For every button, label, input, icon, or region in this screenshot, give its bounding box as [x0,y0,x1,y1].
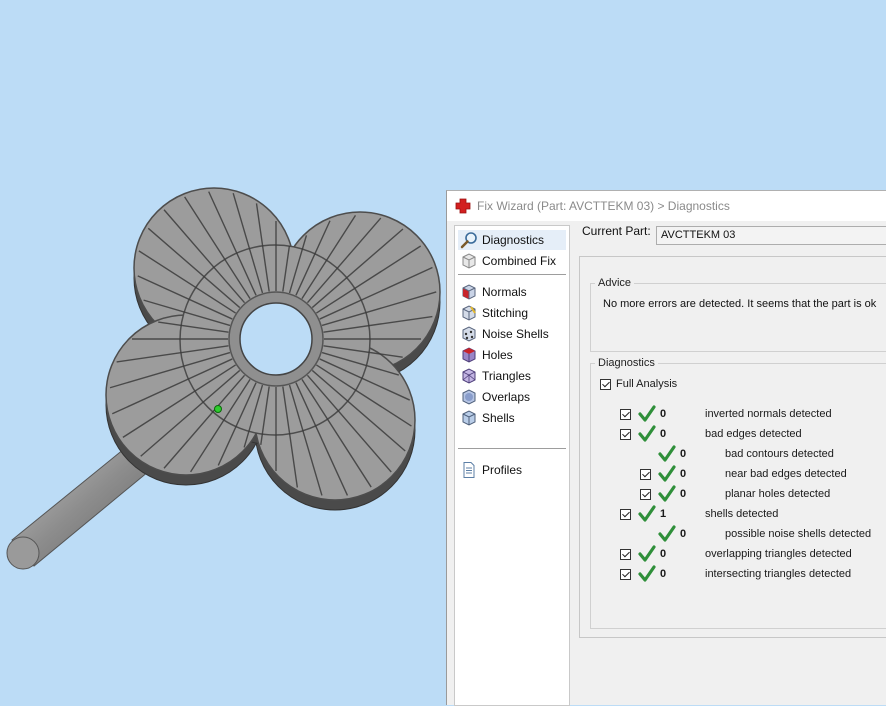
nav-item-combined-fix[interactable]: Combined Fix [458,251,566,271]
cube-stack-icon [462,253,476,269]
nav-item-label: Profiles [482,463,523,477]
row-count: 0 [680,448,687,460]
green-check-icon [638,425,656,442]
nav-item-diagnostics[interactable]: Diagnostics [458,230,566,250]
green-check-icon [638,545,656,562]
row-checkbox[interactable] [620,509,631,520]
row-label: bad contours detected [725,448,834,460]
row-label: planar holes detected [725,488,831,500]
triangles-cube-icon [462,368,476,384]
green-check-icon [658,465,676,482]
red-cross-icon [455,198,471,214]
row-checkbox[interactable] [640,469,651,480]
green-check-icon [658,445,676,462]
nav-item-label: Combined Fix [482,254,557,268]
noise-shells-icon [462,326,476,342]
magnifier-icon [460,232,477,249]
advice-group: Advice [590,277,886,352]
row-count: 1 [660,508,667,520]
nav-item-stitching[interactable]: Stitching [458,303,566,323]
row-checkbox[interactable] [640,489,651,500]
row-checkbox[interactable] [620,569,631,580]
green-check-icon [638,405,656,422]
nav-item-triangles[interactable]: Triangles [458,366,566,386]
row-label: bad edges detected [705,428,802,440]
row-count: 0 [660,568,667,580]
document-icon [463,462,475,478]
nav-item-label: Holes [482,348,513,362]
stitching-cube-icon [462,305,476,321]
holes-cube-icon [462,347,476,363]
nav-item-overlaps[interactable]: Overlaps [458,387,566,407]
center-hole [228,291,324,387]
row-label: possible noise shells detected [725,528,872,540]
nav-item-label: Normals [482,285,527,299]
nav-item-label: Triangles [482,369,531,383]
row-label: intersecting triangles detected [705,568,852,580]
nav-item-profiles[interactable]: Profiles [458,460,566,480]
current-part-field[interactable]: AVCTTEKM 03 [656,226,886,245]
row-count: 0 [660,408,667,420]
green-check-icon [658,525,676,542]
advice-legend: Advice [598,277,632,289]
nav-item-label: Diagnostics [482,233,545,247]
green-check-icon [638,505,656,522]
current-part-label: Current Part: [582,224,651,238]
nav-item-shells[interactable]: Shells [458,408,566,428]
row-count: 0 [660,428,667,440]
row-count: 0 [680,528,687,540]
nav-item-label: Stitching [482,306,529,320]
nav-item-label: Overlaps [482,390,531,404]
full-analysis-label: Full Analysis [616,378,678,390]
title-bar[interactable]: Fix Wizard (Part: AVCTTEKM 03) > Diagnos… [447,191,886,221]
window-title: Fix Wizard (Part: AVCTTEKM 03) > Diagnos… [477,199,730,213]
pivot-marker-icon [214,405,222,413]
row-count: 0 [680,488,687,500]
green-check-icon [638,565,656,582]
nav-divider [458,274,566,275]
row-label: near bad edges detected [725,468,847,480]
row-checkbox[interactable] [620,429,631,440]
row-checkbox[interactable] [620,549,631,560]
advice-text: No more errors are detected. It seems th… [603,298,877,310]
row-label: inverted normals detected [705,408,832,420]
row-checkbox[interactable] [620,409,631,420]
nav-item-label: Noise Shells [482,327,549,341]
diagnostics-legend: Diagnostics [598,357,655,369]
row-label: overlapping triangles detected [705,548,852,560]
normals-cube-icon [462,284,476,300]
row-label: shells detected [705,508,779,520]
nav-item-holes[interactable]: Holes [458,345,566,365]
green-check-icon [658,485,676,502]
nav-divider [458,448,566,449]
nav-item-normals[interactable]: Normals [458,282,566,302]
full-analysis-checkbox[interactable] [600,379,611,390]
nav-item-noise-shells[interactable]: Noise Shells [458,324,566,344]
row-count: 0 [660,548,667,560]
nav-item-label: Shells [482,411,515,425]
overlaps-cube-icon [462,389,476,405]
wizard-nav-panel: Diagnostics Combined Fix Normals Stitchi… [454,225,570,706]
shells-cube-icon [462,410,476,426]
row-count: 0 [680,468,687,480]
